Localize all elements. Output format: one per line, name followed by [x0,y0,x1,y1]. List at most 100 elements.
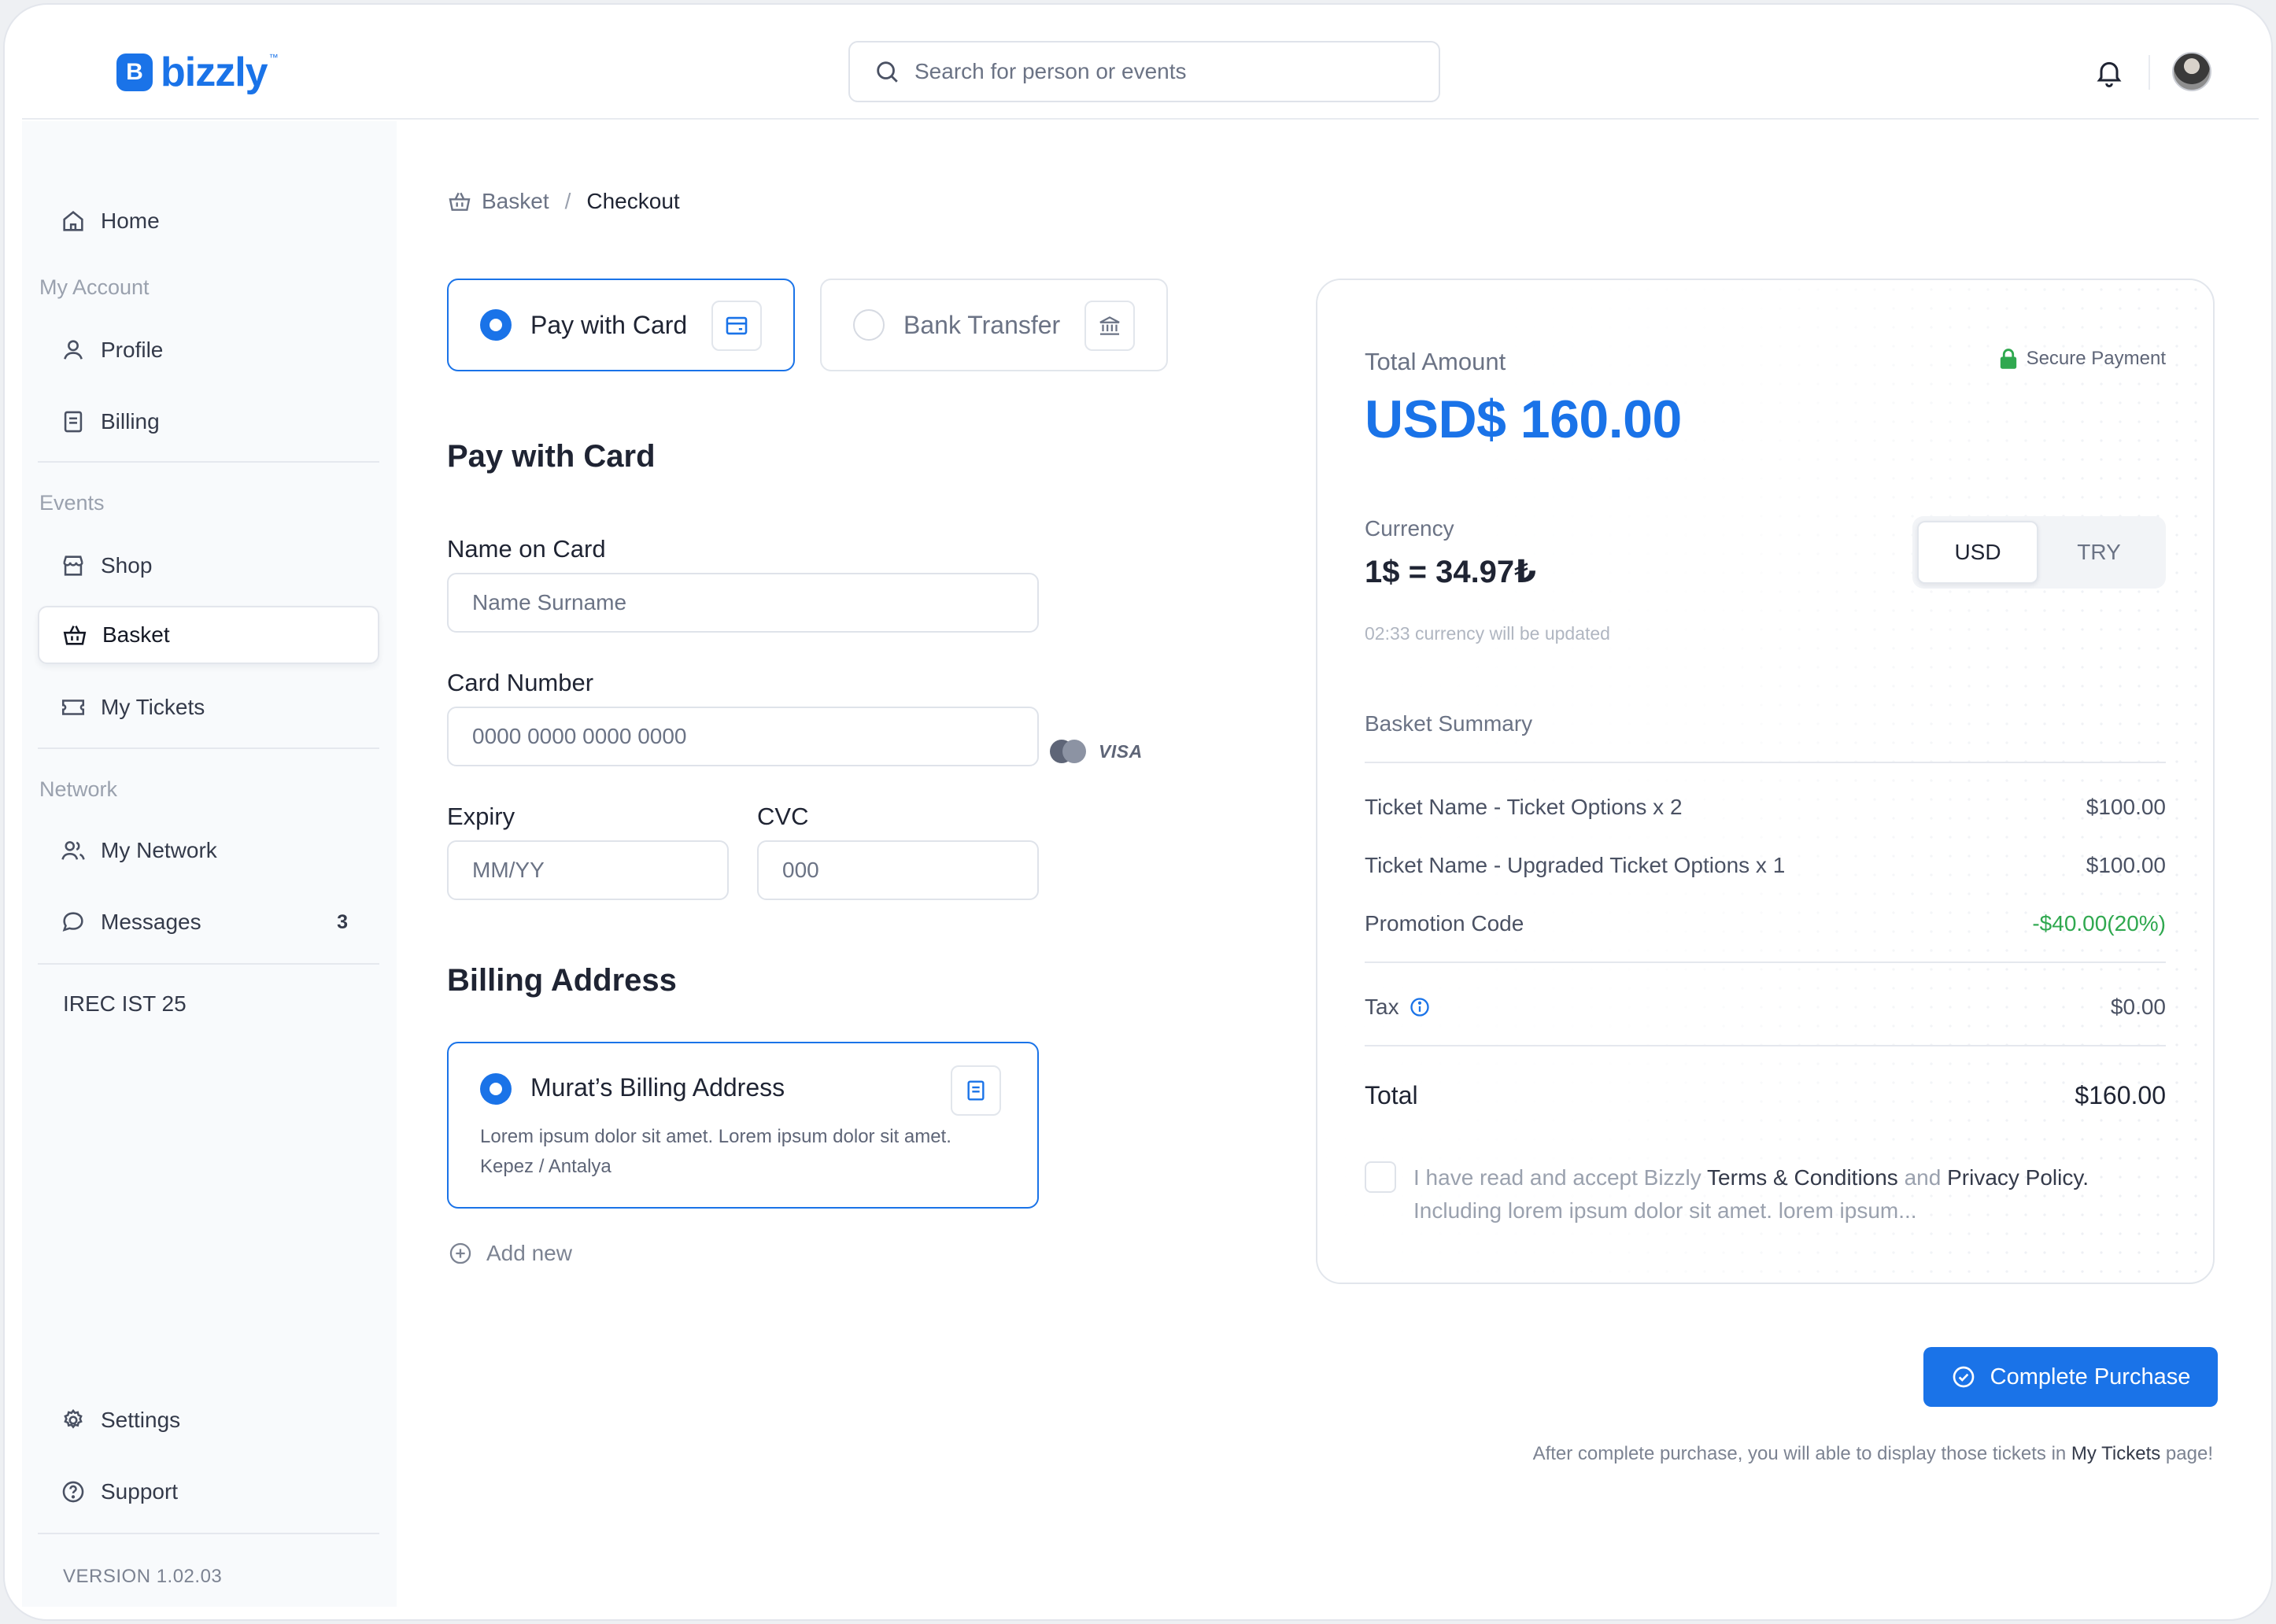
order-summary-panel: Total Amount Secure Payment USD$ 160.00 … [1316,279,2215,1284]
sidebar-item-messages[interactable]: Messages 3 [38,893,379,951]
after-note-pre: After complete purchase, you will able t… [1532,1443,2071,1464]
tax-label: Tax [1365,995,1399,1019]
summary-row: Ticket Name - Upgraded Ticket Options x … [1365,853,2166,878]
logo[interactable]: B bizzly ™ [116,49,279,96]
summary-row: Ticket Name - Ticket Options x 2 $100.00 [1365,795,2166,820]
document-icon [64,411,83,433]
edit-address-button[interactable] [951,1065,1001,1116]
currency-option-try[interactable]: TRY [2038,521,2160,584]
sidebar-item-label: Billing [101,409,160,434]
sidebar-section-network: Network [39,777,118,801]
bell-icon[interactable] [2093,57,2125,88]
billing-address-title: Murat’s Billing Address [530,1073,785,1102]
breadcrumb-current: Checkout [586,189,680,213]
sidebar-item-my-network[interactable]: My Network [38,821,379,880]
summary-divider [1365,961,2166,963]
top-header: B bizzly ™ [22,22,2259,120]
logo-trademark: ™ [268,52,279,63]
tax-row: Tax $0.00 [1365,995,2166,1020]
expiry-field[interactable] [447,840,729,900]
basket-icon [449,192,471,211]
sidebar-item-profile[interactable]: Profile [38,321,379,379]
sidebar-item-label: Messages [101,910,201,934]
help-icon [62,1481,84,1503]
gear-icon [64,1408,83,1429]
sidebar-item-label: My Tickets [101,695,205,719]
sidebar: Home My Account Profile Billing Events S… [22,121,397,1607]
my-tickets-link[interactable]: My Tickets [2071,1443,2160,1464]
name-on-card-input[interactable] [472,590,981,615]
tax-label-group: Tax [1365,995,1431,1020]
pay-with-card-label: Pay with Card [530,310,688,339]
chat-icon [62,912,83,932]
avatar[interactable] [2172,52,2211,91]
sidebar-item-basket[interactable]: Basket [38,606,379,664]
billing-address-text: Lorem ipsum dolor sit amet. Lorem ipsum … [480,1126,951,1177]
app-version: VERSION 1.02.03 [63,1566,223,1587]
sidebar-item-label: Basket [102,622,170,647]
document-icon [967,1080,985,1101]
terms-checkbox[interactable] [1365,1161,1396,1193]
complete-purchase-button[interactable]: Complete Purchase [1923,1347,2218,1407]
check-circle-icon [1953,1366,1974,1388]
logo-text: bizzly [161,50,268,95]
privacy-policy-link[interactable]: Privacy Policy. [1947,1165,2089,1190]
currency-toggle: USD TRY [1912,516,2166,589]
breadcrumb-basket-link[interactable]: Basket [482,189,549,214]
info-icon[interactable] [1409,996,1431,1018]
after-purchase-note: After complete purchase, you will able t… [1533,1443,2213,1465]
summary-item-name: Ticket Name - Upgraded Ticket Options x … [1365,853,1786,877]
card-brands: VISA [1050,740,1143,763]
currency-option-usd[interactable]: USD [1917,521,2038,584]
total-amount-value: USD$ 160.00 [1365,389,1682,449]
bank-transfer-radio[interactable] [853,309,885,341]
pay-with-card-radio[interactable] [480,309,512,341]
sidebar-item-label: Shop [101,553,153,578]
bank-transfer-option[interactable]: Bank Transfer [820,279,1168,371]
card-section-title: Pay with Card [447,439,656,474]
currency-update-note: 02:33 currency will be updated [1365,623,1610,644]
promotion-row: Promotion Code -$40.00(20%) [1365,911,2166,936]
sidebar-item-label: Home [101,209,160,233]
complete-purchase-label: Complete Purchase [1990,1364,2191,1390]
terms-text: I have read and accept Bizzly Terms & Co… [1413,1161,2169,1227]
secure-payment-badge: Secure Payment [1998,348,2166,370]
sidebar-item-shop[interactable]: Shop [38,537,379,595]
window-frame: B bizzly ™ Home My Account Profile Billi… [3,3,2273,1621]
sidebar-item-my-tickets[interactable]: My Tickets [38,678,379,736]
card-number-input[interactable] [472,724,981,749]
sidebar-item-home[interactable]: Home [38,192,379,250]
name-on-card-label: Name on Card [447,535,606,563]
cvc-label: CVC [757,803,809,830]
breadcrumb: Basket / Checkout [447,189,680,214]
cvc-input[interactable] [782,858,1012,883]
exchange-rate: 1$ = 34.97₺ [1365,555,1537,589]
expiry-input[interactable] [472,858,702,883]
terms-consent: I have read and accept Bizzly Terms & Co… [1365,1161,2169,1227]
pay-with-card-option[interactable]: Pay with Card [447,279,795,371]
sidebar-divider [38,963,379,965]
sidebar-item-settings[interactable]: Settings [38,1391,379,1449]
plus-circle-icon [449,1242,471,1264]
terms-conditions-link[interactable]: Terms & Conditions [1707,1165,1898,1190]
search-box[interactable] [848,41,1440,102]
total-amount-label: Total Amount [1365,348,1506,375]
sidebar-item-support[interactable]: Support [38,1463,379,1521]
bank-transfer-label: Bank Transfer [903,310,1061,339]
sidebar-item-billing[interactable]: Billing [38,393,379,451]
add-new-address-button[interactable]: Add new [447,1240,572,1267]
user-icon [64,340,83,360]
promotion-label: Promotion Code [1365,911,1524,936]
card-number-field[interactable] [447,707,1039,766]
cvc-field[interactable] [757,840,1039,900]
name-on-card-field[interactable] [447,573,1039,633]
billing-address-radio[interactable] [480,1073,512,1105]
store-icon [63,555,83,576]
home-icon [63,211,83,231]
billing-address-card[interactable]: Murat’s Billing Address Lorem ipsum dolo… [447,1042,1039,1209]
sidebar-item-event[interactable]: IREC IST 25 [63,991,187,1017]
search-input[interactable] [914,59,1418,84]
after-note-post: page! [2160,1443,2213,1464]
currency-label: Currency [1365,516,1454,541]
terms-text-mid: and [1897,1165,1948,1190]
